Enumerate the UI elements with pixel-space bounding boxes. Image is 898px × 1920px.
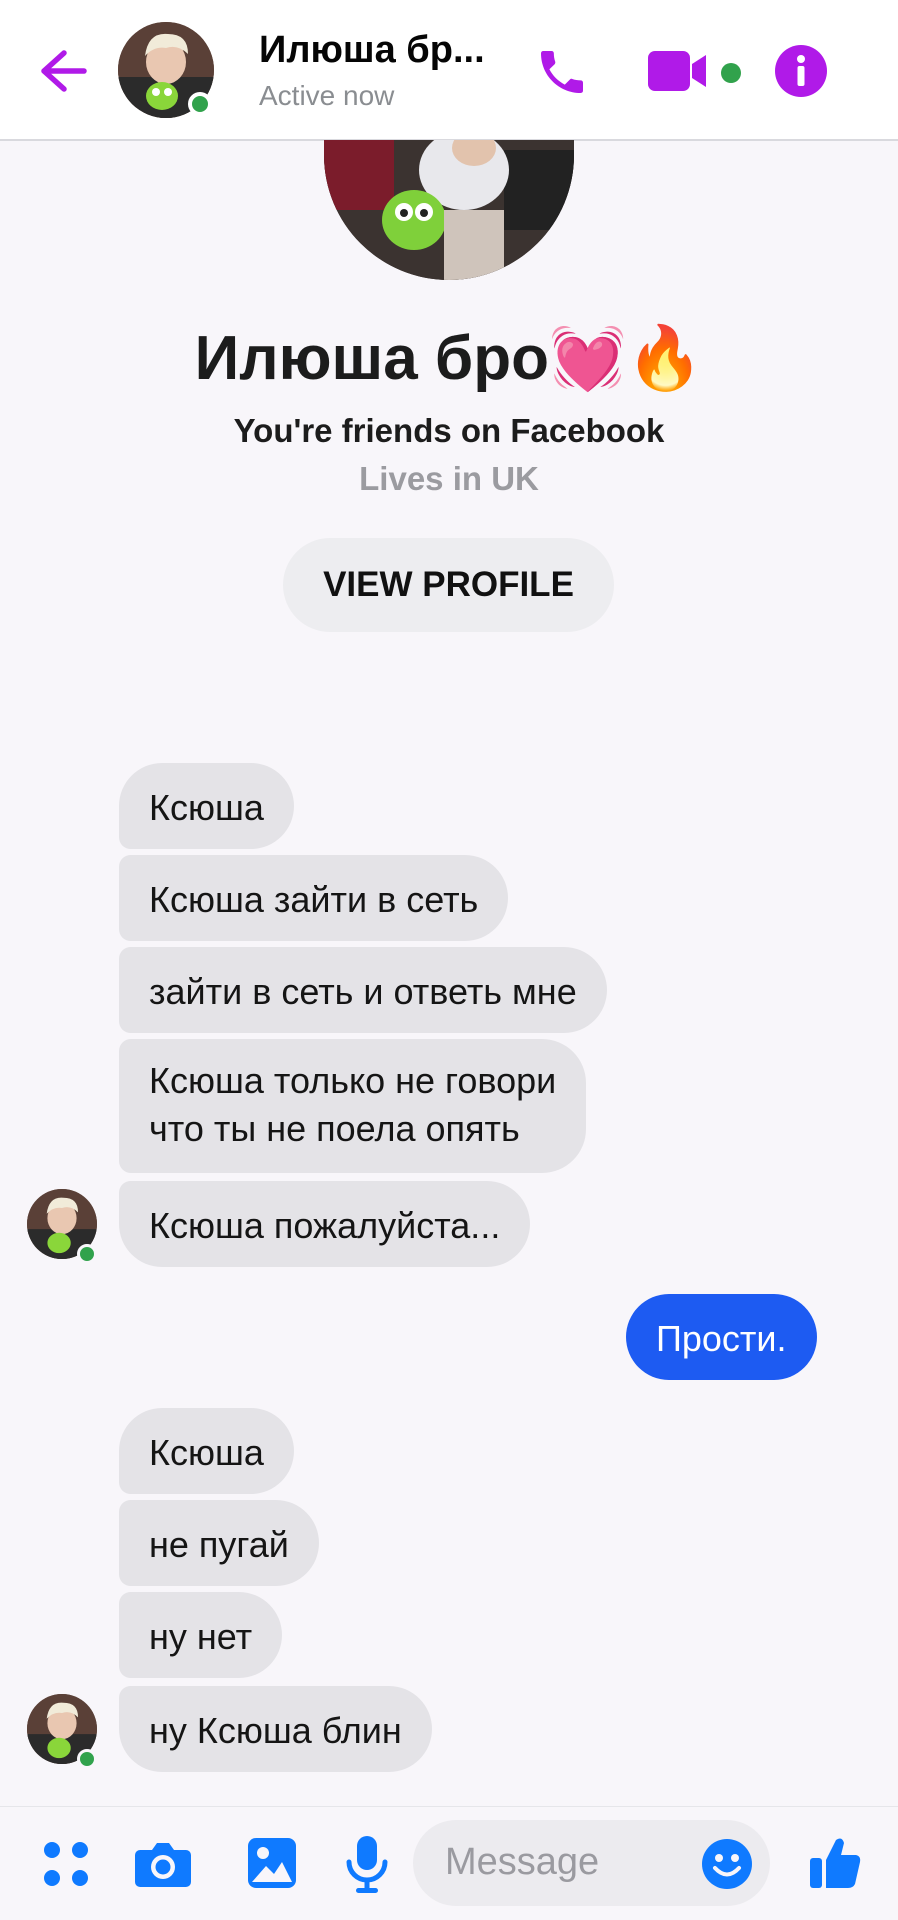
friends-note: You're friends on Facebook	[233, 412, 665, 449]
message-bubble[interactable]: зайти в сеть и ответь мне	[119, 947, 607, 1033]
emoji-icon[interactable]	[702, 1839, 752, 1889]
message-bubble[interactable]: ну нет	[119, 1592, 283, 1678]
back-arrow-icon[interactable]	[38, 48, 88, 94]
message-bubble[interactable]: Ксюша	[119, 763, 294, 849]
profile-photo	[324, 140, 574, 280]
online-indicator	[77, 1244, 97, 1264]
message-line: Ксюша только не говори	[149, 1060, 557, 1101]
online-indicator	[77, 1749, 97, 1769]
video-online-dot	[721, 63, 741, 83]
message-bubble[interactable]: Ксюша зайти в сеть	[119, 855, 509, 941]
info-icon[interactable]	[775, 45, 827, 97]
message-placeholder[interactable]: Message	[445, 1841, 599, 1884]
message-bubble[interactable]: ну Ксюша блин	[119, 1686, 432, 1772]
video-camera-icon[interactable]	[648, 46, 712, 96]
phone-icon[interactable]	[534, 44, 590, 100]
location-note: Lives in UK	[359, 460, 539, 497]
active-status: Active now	[259, 80, 395, 111]
sent-message-bubble[interactable]: Прости.	[626, 1294, 817, 1380]
microphone-icon[interactable]	[345, 1834, 389, 1894]
online-indicator	[188, 92, 212, 116]
message-bubble[interactable]: Ксюша	[119, 1408, 294, 1494]
message-bubble[interactable]: не пугай	[119, 1500, 319, 1586]
message-bubble-multiline[interactable]: Ксюша только не говори что ты не поела о…	[119, 1039, 587, 1173]
message-bubble[interactable]: Ксюша пожалуйста...	[119, 1181, 531, 1267]
profile-name: Илюша бро💓🔥	[194, 324, 704, 393]
camera-icon[interactable]	[134, 1840, 192, 1888]
contact-name[interactable]: Илюша бр...	[259, 29, 485, 72]
apps-menu-icon[interactable]	[40, 1838, 92, 1890]
message-line: что ты не поела опять	[149, 1108, 520, 1149]
thumbs-up-icon[interactable]	[808, 1834, 862, 1890]
gallery-icon[interactable]	[246, 1836, 298, 1890]
view-profile-button[interactable]: VIEW PROFILE	[283, 538, 614, 632]
chat-header: Илюша бр... Active now	[0, 0, 898, 141]
